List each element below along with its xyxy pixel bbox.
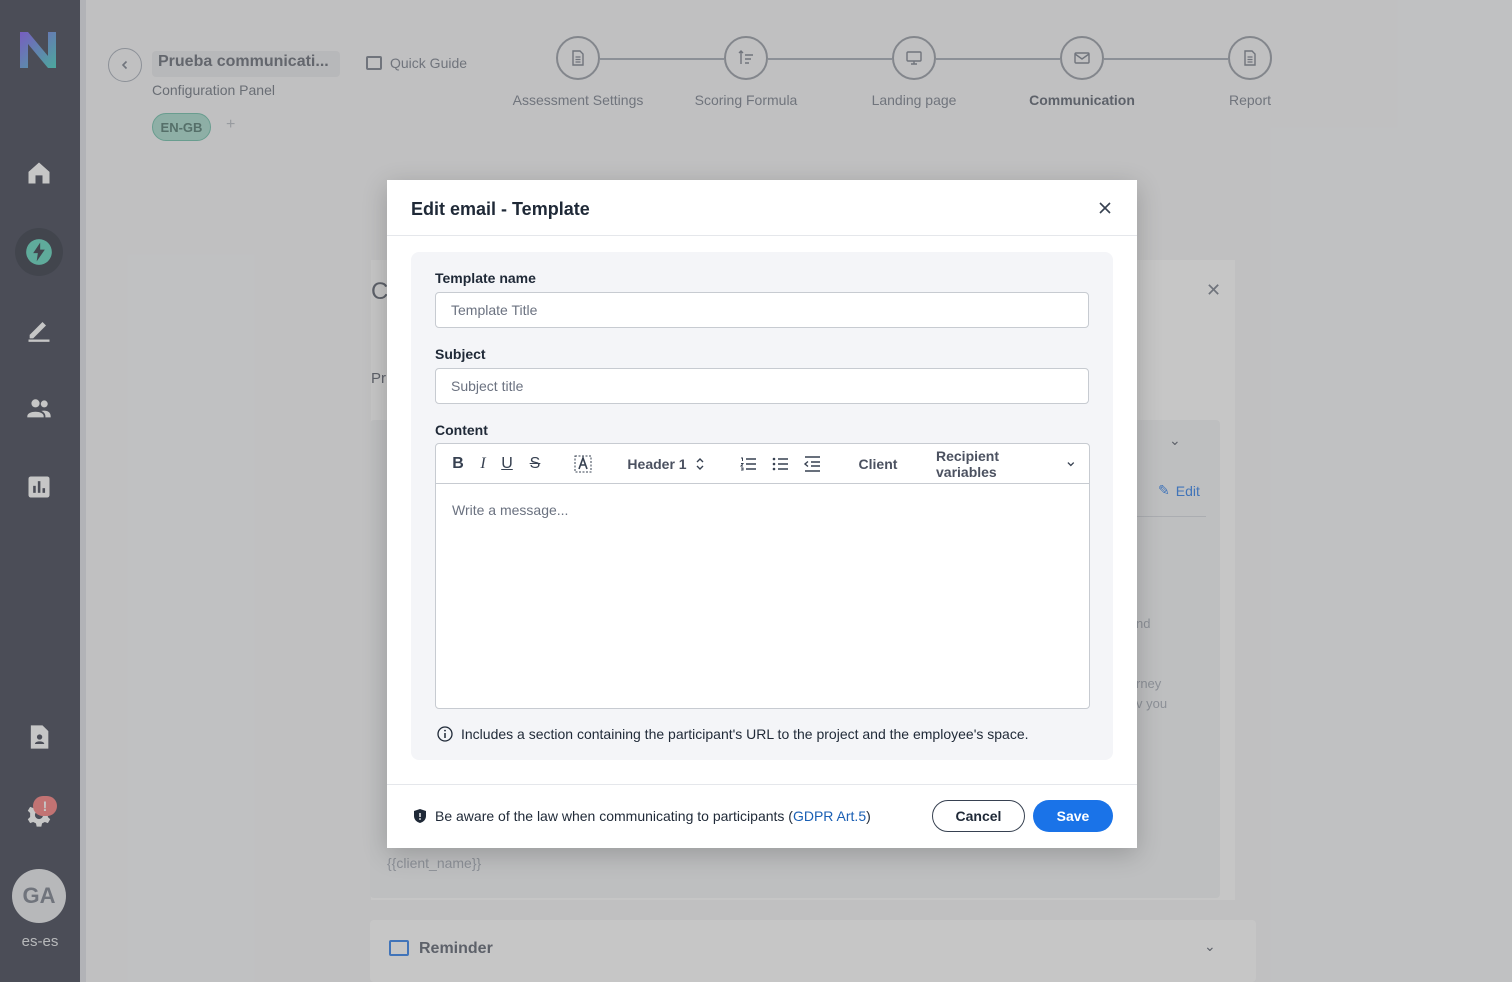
close-button[interactable] bbox=[1093, 196, 1117, 220]
strikethrough-button[interactable]: S bbox=[527, 453, 543, 475]
updown-icon bbox=[696, 458, 704, 470]
template-name-input[interactable] bbox=[435, 292, 1089, 328]
cancel-button[interactable]: Cancel bbox=[932, 800, 1025, 832]
italic-button[interactable]: I bbox=[476, 453, 490, 475]
gdpr-link[interactable]: GDPR Art.5 bbox=[793, 808, 866, 824]
editor-placeholder[interactable]: Write a message... bbox=[452, 502, 568, 518]
recipient-variables-label: Recipient variables bbox=[936, 448, 1000, 480]
modal-title: Edit email - Template bbox=[411, 199, 590, 219]
subject-label: Subject bbox=[435, 346, 486, 362]
modal-header: Edit email - Template bbox=[387, 180, 1137, 236]
form-panel: Template name Subject Content B I U S He… bbox=[411, 252, 1113, 760]
outdent-icon[interactable] bbox=[802, 453, 822, 475]
text-color-icon[interactable] bbox=[573, 453, 593, 475]
gdpr-close: ) bbox=[866, 808, 871, 824]
gdpr-notice: Be aware of the law when communicating t… bbox=[413, 808, 871, 824]
ordered-list-icon[interactable] bbox=[738, 453, 758, 475]
heading-select-value: Header 1 bbox=[627, 456, 687, 472]
info-icon bbox=[437, 726, 453, 742]
subject-input[interactable] bbox=[435, 368, 1089, 404]
chevron-down-icon bbox=[1067, 462, 1075, 467]
gdpr-text: Be aware of the law when communicating t… bbox=[435, 808, 793, 824]
info-text: Includes a section containing the partic… bbox=[461, 726, 1029, 742]
close-icon bbox=[1099, 202, 1111, 214]
client-variable-button[interactable]: Client bbox=[856, 453, 900, 475]
rich-text-editor: B I U S Header 1 Client Recipient variab… bbox=[435, 443, 1090, 709]
heading-select[interactable]: Header 1 bbox=[626, 453, 706, 475]
recipient-variables-dropdown[interactable]: Recipient variables bbox=[936, 448, 1076, 480]
editor-toolbar: B I U S Header 1 Client Recipient variab… bbox=[436, 444, 1089, 484]
info-note: Includes a section containing the partic… bbox=[437, 726, 1029, 742]
edit-email-modal: Edit email - Template Template name Subj… bbox=[387, 180, 1137, 848]
bold-button[interactable]: B bbox=[450, 453, 466, 475]
content-label: Content bbox=[435, 422, 488, 438]
save-button[interactable]: Save bbox=[1033, 800, 1113, 832]
template-name-label: Template name bbox=[435, 270, 536, 286]
bullet-list-icon[interactable] bbox=[770, 453, 790, 475]
shield-icon bbox=[414, 809, 426, 823]
underline-button[interactable]: U bbox=[499, 453, 515, 475]
